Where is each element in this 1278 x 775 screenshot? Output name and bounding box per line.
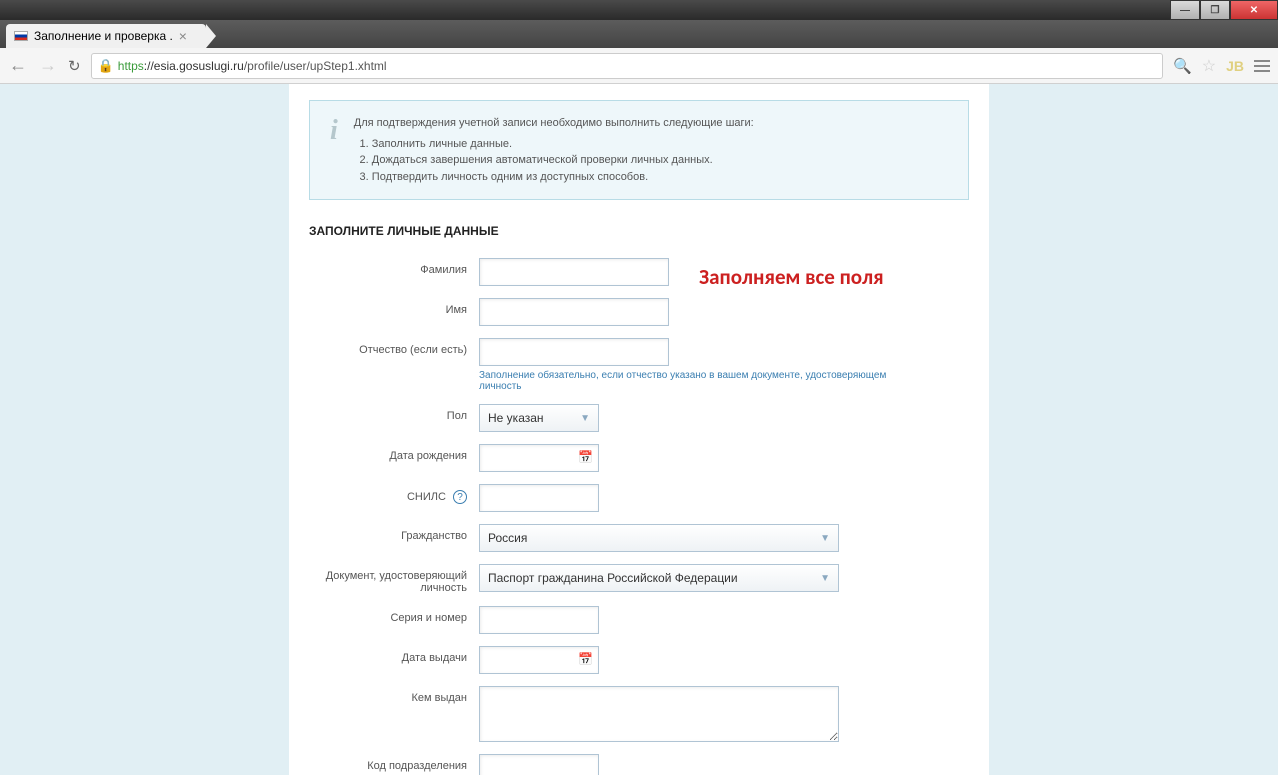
label-document: Документ, удостоверяющий личность xyxy=(309,564,479,594)
url-protocol: https xyxy=(118,59,144,73)
info-banner: i Для подтверждения учетной записи необх… xyxy=(309,100,969,200)
snils-input[interactable] xyxy=(479,484,599,512)
browser-tab[interactable]: Заполнение и проверка . × xyxy=(6,24,206,48)
gender-value: Не указан xyxy=(488,411,544,425)
info-intro: Для подтверждения учетной записи необход… xyxy=(354,115,754,132)
help-icon[interactable]: ? xyxy=(453,490,467,504)
address-bar[interactable]: 🔒 https ://esia.gosuslugi.ru /profile/us… xyxy=(91,53,1163,79)
issued-by-input[interactable] xyxy=(479,686,839,742)
main-content: i Для подтверждения учетной записи необх… xyxy=(289,84,989,775)
tab-title: Заполнение и проверка . xyxy=(34,29,173,43)
info-icon: i xyxy=(330,115,338,185)
info-step: Подтвердить личность одним из доступных … xyxy=(372,169,754,186)
forward-button[interactable]: → xyxy=(38,55,58,76)
patronymic-hint: Заполнение обязательно, если отчество ук… xyxy=(479,370,899,392)
label-citizenship: Гражданство xyxy=(309,524,479,542)
label-gender: Пол xyxy=(309,404,479,422)
overlay-annotation: Заполняем все поля xyxy=(699,264,884,290)
surname-input[interactable] xyxy=(479,258,669,286)
browser-tabstrip: Заполнение и проверка . × xyxy=(0,20,1278,48)
chevron-down-icon: ▼ xyxy=(580,413,590,424)
series-input[interactable] xyxy=(479,606,599,634)
minimize-button[interactable]: — xyxy=(1170,0,1200,20)
browser-toolbar: ← → ↻ 🔒 https ://esia.gosuslugi.ru /prof… xyxy=(0,48,1278,84)
url-path: /profile/user/upStep1.xhtml xyxy=(244,59,387,73)
calendar-icon[interactable]: 📅 xyxy=(578,652,593,666)
extension-jb-icon[interactable]: JB xyxy=(1226,58,1244,74)
document-select[interactable]: Паспорт гражданина Российской Федерации … xyxy=(479,564,839,592)
reload-button[interactable]: ↻ xyxy=(68,57,81,75)
menu-icon[interactable] xyxy=(1254,60,1270,72)
label-snils: СНИЛС ? xyxy=(309,484,479,504)
tab-close-icon[interactable]: × xyxy=(179,28,187,44)
close-button[interactable]: ✕ xyxy=(1230,0,1278,20)
info-step: Дождаться завершения автоматической пров… xyxy=(372,152,754,169)
gender-select[interactable]: Не указан ▼ xyxy=(479,404,599,432)
label-surname: Фамилия xyxy=(309,258,479,276)
label-patronymic: Отчество (если есть) xyxy=(309,338,479,356)
back-button[interactable]: ← xyxy=(8,55,28,76)
chevron-down-icon: ▼ xyxy=(820,573,830,584)
calendar-icon[interactable]: 📅 xyxy=(578,450,593,464)
label-issue-date: Дата выдачи xyxy=(309,646,479,664)
document-value: Паспорт гражданина Российской Федерации xyxy=(488,571,738,585)
page-viewport: i Для подтверждения учетной записи необх… xyxy=(0,84,1278,775)
citizenship-select[interactable]: Россия ▼ xyxy=(479,524,839,552)
label-birthdate: Дата рождения xyxy=(309,444,479,462)
bookmark-star-icon[interactable]: ☆ xyxy=(1202,56,1216,76)
window-titlebar: — ❐ ✕ xyxy=(0,0,1278,20)
label-dept-code: Код подразделения xyxy=(309,754,479,772)
label-issued-by: Кем выдан xyxy=(309,686,479,704)
maximize-button[interactable]: ❐ xyxy=(1200,0,1230,20)
dept-code-input[interactable] xyxy=(479,754,599,775)
chevron-down-icon: ▼ xyxy=(820,533,830,544)
zoom-icon[interactable]: 🔍 xyxy=(1173,57,1192,75)
section-title: ЗАПОЛНИТЕ ЛИЧНЫЕ ДАННЫЕ xyxy=(289,224,989,238)
favicon-ru-flag-icon xyxy=(14,31,28,41)
url-host: ://esia.gosuslugi.ru xyxy=(144,59,244,73)
lock-icon: 🔒 xyxy=(98,58,114,74)
citizenship-value: Россия xyxy=(488,531,527,545)
info-step: Заполнить личные данные. xyxy=(372,136,754,153)
name-input[interactable] xyxy=(479,298,669,326)
label-series: Серия и номер xyxy=(309,606,479,624)
label-name: Имя xyxy=(309,298,479,316)
patronymic-input[interactable] xyxy=(479,338,669,366)
